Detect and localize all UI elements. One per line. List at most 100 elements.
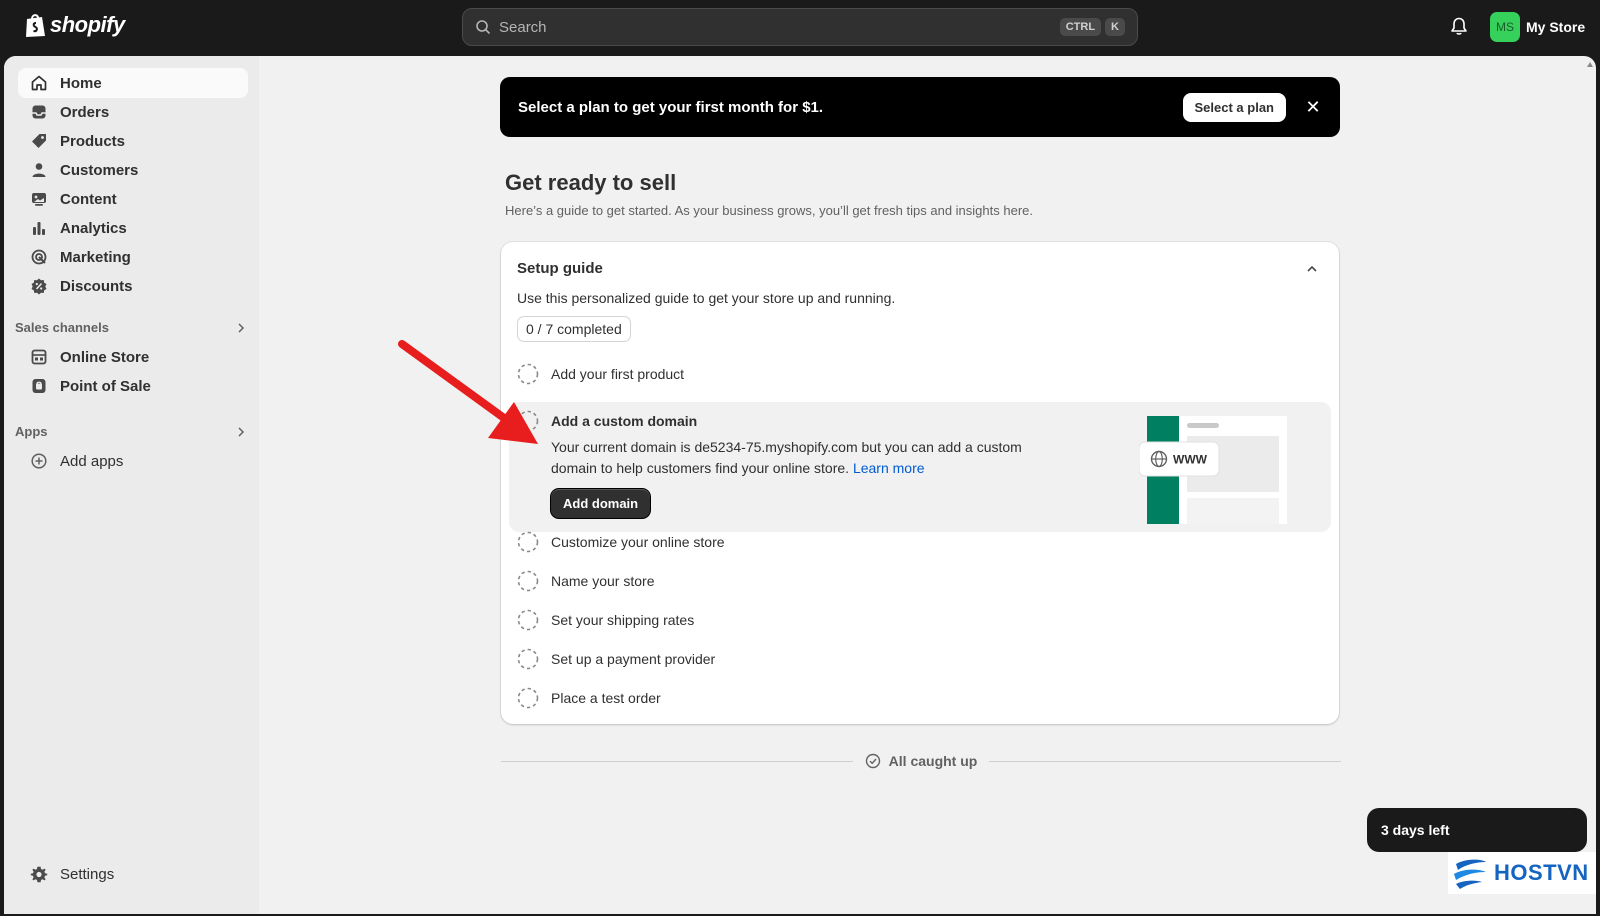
sidebar-item-label: Content — [60, 190, 117, 208]
discount-icon — [31, 278, 47, 295]
close-icon[interactable]: ✕ — [1304, 97, 1322, 118]
setup-guide-card: Setup guide Use this personalized guide … — [501, 242, 1339, 724]
task-test-order[interactable]: Place a test order — [517, 683, 1317, 713]
sidebar: Home Orders Products Customers Content A… — [4, 56, 259, 914]
shopify-bag-icon — [26, 14, 45, 37]
store-avatar: MS — [1490, 12, 1520, 42]
image-icon — [32, 193, 46, 206]
dashed-circle-icon[interactable] — [517, 648, 539, 670]
progress-badge: 0 / 7 completed — [517, 316, 631, 342]
sidebar-item-analytics[interactable]: Analytics — [18, 213, 248, 243]
all-caught-up: All caught up — [501, 751, 1342, 771]
gear-icon — [30, 866, 48, 883]
banner-text: Select a plan to get your first month fo… — [518, 98, 824, 116]
plan-banner: Select a plan to get your first month fo… — [500, 77, 1340, 137]
logo-text: shopify — [50, 12, 125, 37]
select-plan-button[interactable]: Select a plan — [1182, 92, 1286, 122]
scrollbar[interactable] — [1586, 60, 1594, 896]
sidebar-item-add-apps[interactable]: Add apps — [18, 446, 248, 476]
bell-icon — [1451, 17, 1467, 35]
sidebar-item-label: Analytics — [60, 219, 127, 237]
sidebar-item-orders[interactable]: Orders — [18, 97, 248, 127]
task-name-store[interactable]: Name your store — [517, 566, 1317, 596]
sidebar-item-label: Add apps — [60, 452, 124, 470]
sidebar-item-settings[interactable]: Settings — [18, 859, 248, 889]
task-label: Add a custom domain — [551, 413, 698, 429]
store-icon — [31, 349, 47, 365]
page-subtitle: Here’s a guide to get started. As your b… — [505, 203, 1033, 218]
dashed-circle-icon[interactable] — [517, 687, 539, 709]
trial-banner[interactable]: 3 days left — [1367, 808, 1587, 852]
sales-channels-section[interactable]: Sales channels — [15, 320, 247, 335]
dashed-circle-icon[interactable] — [517, 531, 539, 553]
sidebar-item-products[interactable]: Products — [18, 126, 248, 156]
domain-illustration: WWW — [1139, 416, 1287, 524]
task-add-custom-domain: Add a custom domain Your current domain … — [509, 402, 1331, 532]
task-add-product[interactable]: Add your first product — [517, 359, 1317, 389]
sidebar-item-label: Customers — [60, 161, 139, 179]
person-icon — [32, 163, 46, 177]
task-description: Your current domain is de5234-75.myshopi… — [551, 437, 1071, 479]
watermark-brand: HOSTVN — [1494, 860, 1589, 885]
task-label: Set your shipping rates — [551, 612, 695, 628]
shortcut-key-ctrl: CTRL — [1059, 18, 1102, 36]
caught-up-label: All caught up — [865, 753, 977, 769]
sidebar-item-label: Orders — [60, 103, 110, 121]
chevron-right-icon — [238, 322, 245, 333]
hostvn-logo-icon — [1454, 859, 1486, 889]
dashed-circle-icon[interactable] — [517, 570, 539, 592]
divider — [989, 760, 1342, 762]
sidebar-item-label: Home — [60, 74, 102, 92]
task-label: Name your store — [551, 573, 655, 589]
task-label: Place a test order — [551, 690, 661, 706]
sidebar-item-marketing[interactable]: Marketing — [18, 242, 248, 272]
sidebar-item-label: Discounts — [60, 277, 133, 295]
task-shipping-rates[interactable]: Set your shipping rates — [517, 605, 1317, 635]
chevron-right-icon — [238, 426, 245, 437]
divider — [501, 760, 853, 762]
setup-guide-description: Use this personalized guide to get your … — [517, 290, 896, 306]
apps-label: Apps — [15, 424, 48, 439]
shopify-logo[interactable]: shopify — [24, 12, 125, 38]
tag-icon — [32, 134, 46, 148]
notifications-button[interactable] — [1450, 16, 1468, 41]
dashed-circle-icon[interactable] — [517, 609, 539, 631]
check-circle-icon — [865, 753, 880, 769]
store-name: My Store — [1526, 19, 1586, 35]
sidebar-item-point-of-sale[interactable]: Point of Sale — [18, 371, 248, 401]
pos-icon — [32, 379, 46, 393]
sales-channels-label: Sales channels — [15, 320, 109, 335]
red-arrow-annotation — [398, 340, 538, 444]
sidebar-item-home[interactable]: Home — [18, 68, 248, 98]
task-payment-provider[interactable]: Set up a payment provider — [517, 644, 1317, 674]
setup-guide-title: Setup guide — [517, 260, 603, 277]
sidebar-item-label: Settings — [60, 865, 115, 883]
search-bar[interactable]: Search CTRL K — [462, 8, 1138, 46]
shortcut-key-k: K — [1105, 18, 1125, 36]
store-menu[interactable]: MS My Store — [1490, 12, 1585, 42]
learn-more-link[interactable]: Learn more — [853, 460, 925, 476]
trial-text: 3 days left — [1381, 822, 1450, 838]
hostvn-watermark: HOSTVN — [1448, 852, 1596, 894]
inbox-icon — [32, 105, 46, 119]
sidebar-item-content[interactable]: Content — [18, 184, 248, 214]
task-label: Add your first product — [551, 366, 685, 382]
sidebar-item-discounts[interactable]: Discounts — [18, 271, 248, 301]
task-label: Set up a payment provider — [551, 651, 716, 667]
apps-section[interactable]: Apps — [15, 424, 247, 439]
admin-frame: Home Orders Products Customers Content A… — [4, 56, 1596, 914]
sidebar-item-customers[interactable]: Customers — [18, 155, 248, 185]
target-icon — [31, 249, 47, 265]
sidebar-item-label: Marketing — [60, 248, 131, 266]
collapse-button[interactable] — [1305, 262, 1319, 281]
search-placeholder: Search — [499, 18, 547, 36]
top-bar: shopify Search CTRL K MS My Store — [0, 0, 1600, 56]
sidebar-item-online-store[interactable]: Online Store — [18, 342, 248, 372]
sidebar-item-label: Products — [60, 132, 126, 150]
task-customize-store[interactable]: Customize your online store — [517, 527, 1317, 557]
page-title: Get ready to sell — [505, 170, 677, 195]
domain-description-text: Your current domain is de5234-75.myshopi… — [551, 439, 1022, 476]
search-icon — [476, 20, 491, 35]
sidebar-item-label: Point of Sale — [60, 377, 151, 395]
add-domain-button[interactable]: Add domain — [551, 489, 651, 518]
